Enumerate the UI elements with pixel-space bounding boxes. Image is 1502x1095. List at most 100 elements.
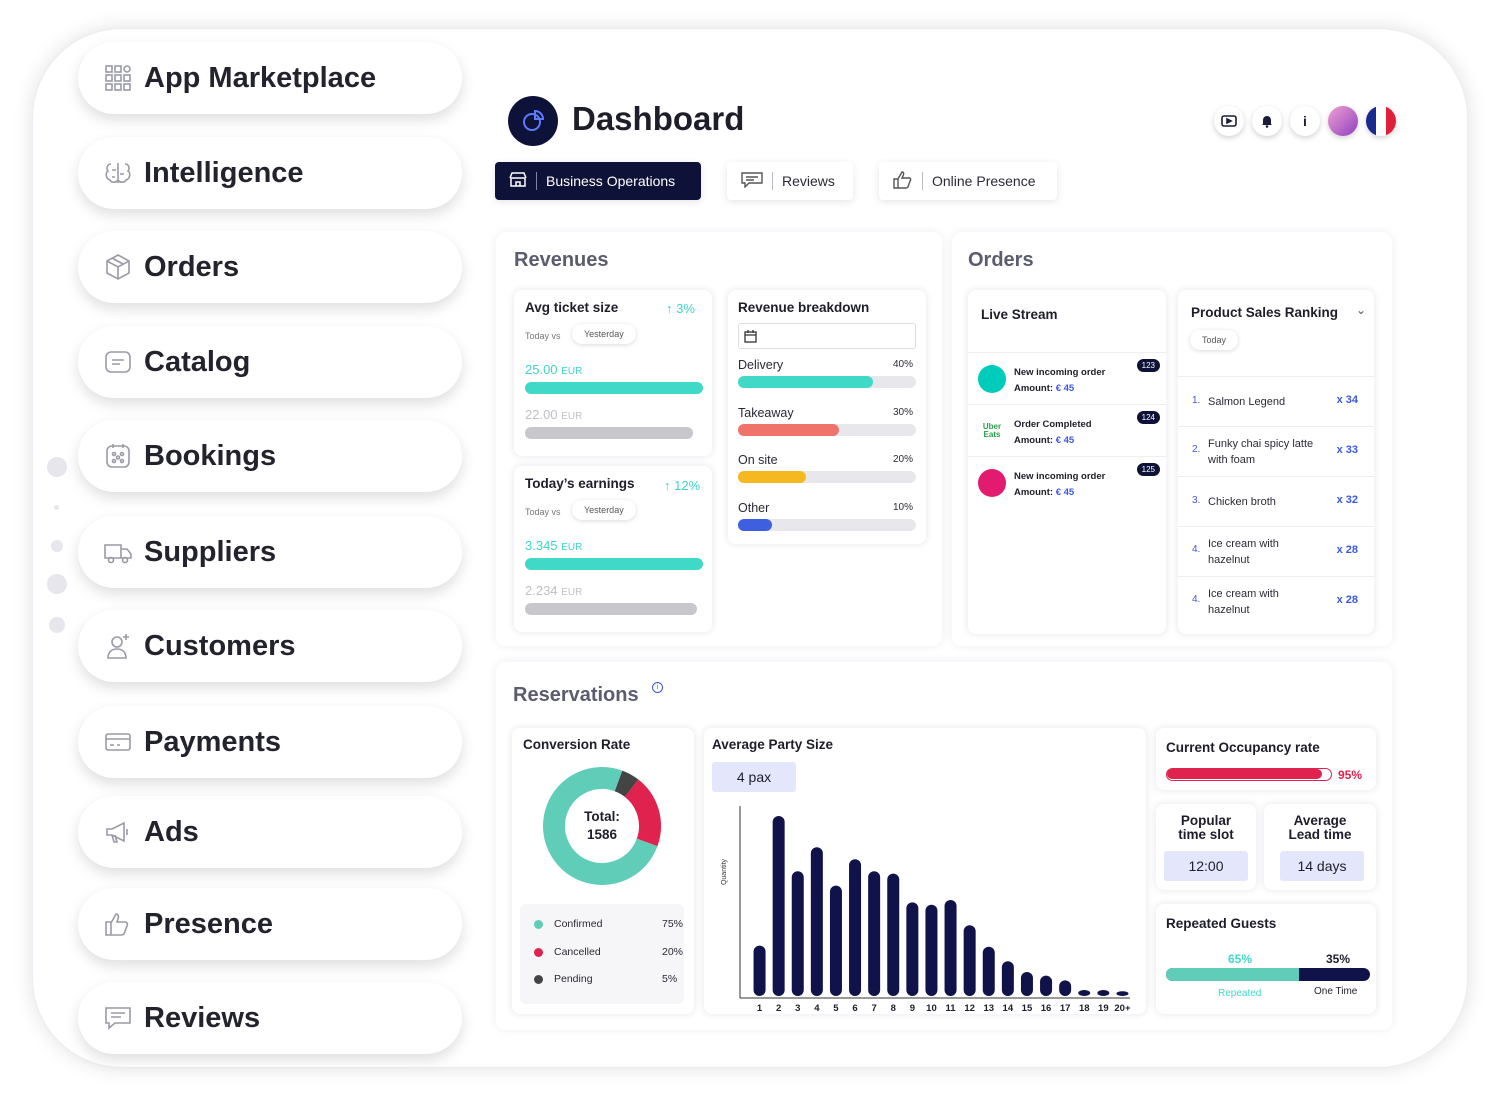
- bell-icon[interactable]: [1252, 106, 1282, 136]
- revenue-breakdown-card: Revenue breakdown Delivery 40% Takeaway 30%…: [728, 290, 926, 544]
- bar-party-1: [753, 945, 766, 996]
- x-tick-label: 8: [891, 1003, 896, 1012]
- revenues-panel: Revenues Avg ticket size ↑ 3% Today vs Y…: [496, 232, 942, 646]
- onetime-pct: 35%: [1326, 952, 1351, 966]
- conversion-card: Conversion Rate Total: 1586 Confirmed 75%…: [512, 728, 694, 1014]
- today-value: 3.345 EUR: [525, 538, 583, 553]
- breakdown-track: [738, 376, 916, 388]
- deliveroo-logo-icon: [978, 365, 1006, 393]
- ranking-position: 4.: [1192, 594, 1201, 605]
- live-stream-item[interactable]: New incoming order Amount: € 45 123: [968, 352, 1166, 404]
- yesterday-value: 22.00 EUR: [525, 407, 583, 422]
- bar-party-7: [868, 871, 881, 996]
- legend-dot: [534, 947, 543, 957]
- bar-party-16: [1040, 975, 1053, 996]
- bar-party-15: [1020, 972, 1033, 996]
- foodpanda-logo-icon: [978, 469, 1006, 497]
- lead-time-card: Average Lead time 14 days: [1264, 804, 1376, 890]
- info-icon[interactable]: i: [652, 682, 663, 693]
- revenues-title: Revenues: [514, 249, 609, 271]
- ranking-item[interactable]: 1. Salmon Legend x 34: [1178, 376, 1374, 426]
- sidebar-item-presence[interactable]: Presence: [78, 888, 462, 960]
- x-tick-label: 3: [795, 1003, 800, 1012]
- ranking-item[interactable]: 4. Ice cream with hazelnut x 28: [1178, 576, 1374, 626]
- breakdown-pct: 40%: [893, 359, 914, 370]
- flag-fr-icon[interactable]: [1366, 106, 1396, 136]
- x-tick-label: 15: [1022, 1003, 1033, 1012]
- ranking-title: Product Sales Ranking: [1191, 305, 1339, 320]
- breakdown-track: [738, 423, 916, 436]
- live-stream-item[interactable]: New incoming order Amount: € 45 125: [968, 456, 1166, 508]
- x-tick-label: 19: [1098, 1003, 1109, 1012]
- x-tick-label: 20+: [1114, 1003, 1131, 1012]
- live-stream-amount: Amount: € 45: [1014, 435, 1075, 446]
- x-tick-label: 17: [1060, 1003, 1071, 1012]
- live-stream-item[interactable]: Uber Eats Order Completed Amount: € 45 124: [968, 404, 1166, 456]
- legend-label: Confirmed: [554, 918, 603, 930]
- sidebar-item-label: Catalog: [144, 345, 251, 378]
- bar-party-13: [982, 946, 995, 996]
- tab-reviews[interactable]: Reviews: [727, 162, 853, 200]
- ranking-product-name: Salmon Legend: [1208, 396, 1286, 408]
- repeated-track: [1166, 968, 1370, 981]
- compare-pill[interactable]: Yesterday: [572, 324, 636, 344]
- ranking-filter[interactable]: Today: [1190, 330, 1239, 350]
- sidebar-item-orders[interactable]: Orders: [78, 231, 462, 303]
- sidebar-item-catalog[interactable]: Catalog: [78, 326, 462, 398]
- x-tick-label: 13: [983, 1003, 994, 1012]
- ranking-item[interactable]: 4. Ice cream with hazelnut x 28: [1178, 526, 1374, 576]
- x-tick-label: 18: [1079, 1003, 1090, 1012]
- sidebar-item-app-marketplace[interactable]: App Marketplace: [78, 42, 462, 114]
- sidebar-item-reviews[interactable]: Reviews: [78, 982, 462, 1054]
- today-value: 25.00 EUR: [525, 362, 583, 377]
- tab-online-presence[interactable]: Online Presence: [879, 162, 1057, 200]
- compare-pill[interactable]: Yesterday: [572, 500, 636, 520]
- sidebar-item-payments[interactable]: Payments: [78, 706, 462, 778]
- sidebar-item-suppliers[interactable]: Suppliers: [78, 516, 462, 588]
- bar-party-10: [925, 904, 938, 996]
- ranking-position: 3.: [1192, 495, 1201, 506]
- occupancy-fill: [1167, 769, 1322, 779]
- page-title: Dashboard: [572, 100, 745, 137]
- sidebar-item-ads[interactable]: Ads: [78, 796, 462, 868]
- calendar-icon: [744, 330, 757, 343]
- avg-ticket-change: ↑ 3%: [666, 301, 695, 316]
- live-stream-status: Order Completed: [1014, 419, 1092, 430]
- ranking-item[interactable]: 3. Chicken broth x 32: [1178, 476, 1374, 526]
- sidebar-item-label: Customers: [144, 629, 296, 662]
- sidebar-item-intelligence[interactable]: Intelligence: [78, 137, 462, 209]
- earnings-title: Today’s earnings: [525, 476, 635, 491]
- info-icon[interactable]: i: [1290, 106, 1320, 136]
- ranking-product-name: Ice cream with hazelnut: [1208, 588, 1279, 616]
- store-icon: [509, 171, 527, 191]
- bar-party-9: [906, 902, 919, 996]
- breakdown-pct: 20%: [893, 454, 914, 465]
- orders-panel: Orders Live Stream New incoming order Amo…: [952, 232, 1392, 646]
- sidebar-item-customers[interactable]: Customers: [78, 610, 462, 682]
- conversion-title: Conversion Rate: [523, 737, 631, 752]
- ranking-product-name: Ice cream with hazelnut: [1208, 538, 1279, 566]
- card-icon: [102, 726, 134, 758]
- live-stream-title: Live Stream: [981, 307, 1058, 322]
- brain-icon: [102, 157, 134, 189]
- tab-label: Online Presence: [932, 173, 1036, 189]
- video-icon[interactable]: [1214, 106, 1244, 136]
- grid-icon: [102, 62, 134, 94]
- avatar[interactable]: [1328, 106, 1358, 136]
- occupancy-track: [1166, 768, 1332, 781]
- breakdown-title: Revenue breakdown: [738, 300, 870, 315]
- sidebar-item-bookings[interactable]: Bookings: [78, 420, 462, 492]
- box-icon: [102, 251, 134, 283]
- ranking-item[interactable]: 2. Funky chai spicy latte with foam x 33: [1178, 426, 1374, 476]
- breakdown-label: On site: [738, 453, 778, 467]
- tab-business-operations[interactable]: Business Operations: [495, 162, 701, 200]
- chevron-down-icon[interactable]: ⌄: [1356, 303, 1366, 317]
- date-picker[interactable]: [738, 323, 916, 349]
- donut-slice-pending: [614, 770, 639, 798]
- reservations-title: Reservations: [513, 684, 639, 706]
- breakdown-label: Delivery: [738, 358, 784, 372]
- legend-pct: 5%: [662, 973, 678, 985]
- reservations-panel: Reservations i Conversion Rate Total: 15…: [496, 662, 1392, 1030]
- compare-label: Today vs: [525, 331, 561, 341]
- order-number-badge: 125: [1136, 463, 1160, 476]
